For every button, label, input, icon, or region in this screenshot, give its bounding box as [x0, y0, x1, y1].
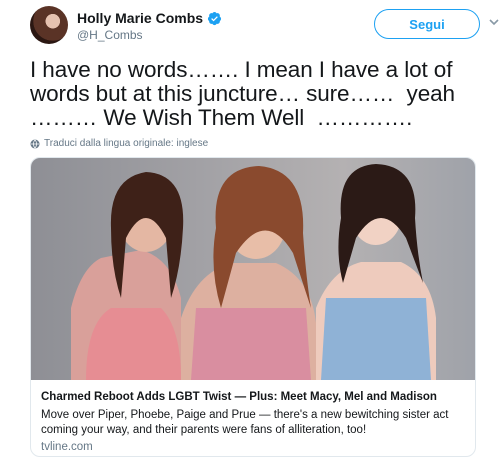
card-title[interactable]: Charmed Reboot Adds LGBT Twist — Plus: M… [41, 390, 467, 405]
avatar[interactable] [30, 6, 68, 44]
card-image[interactable] [31, 158, 475, 380]
card-description: Move over Piper, Phoebe, Paige and Prue … [41, 409, 449, 436]
link-card[interactable]: Charmed Reboot Adds LGBT Twist — Plus: M… [30, 157, 476, 457]
name-row: Holly Marie Combs [77, 10, 222, 26]
follow-button[interactable]: Segui [374, 9, 480, 39]
handle[interactable]: @H_Combs [77, 28, 143, 42]
card-domain: tvline.com [41, 441, 93, 453]
tweet-header: Holly Marie Combs @H_Combs Segui [30, 6, 499, 52]
translate-label[interactable]: Traduci dalla lingua originale: inglese [44, 138, 208, 149]
verified-badge-icon [207, 11, 222, 25]
translate-link[interactable]: Traduci dalla lingua originale: inglese [30, 138, 208, 149]
tweet-text: I have no words……. I mean I have a lot o… [30, 57, 462, 130]
display-name[interactable]: Holly Marie Combs [77, 10, 203, 26]
card-photo [71, 164, 436, 380]
chevron-down-icon[interactable] [488, 16, 500, 28]
globe-icon [30, 139, 40, 148]
card-body[interactable]: Charmed Reboot Adds LGBT Twist — Plus: M… [31, 380, 475, 456]
